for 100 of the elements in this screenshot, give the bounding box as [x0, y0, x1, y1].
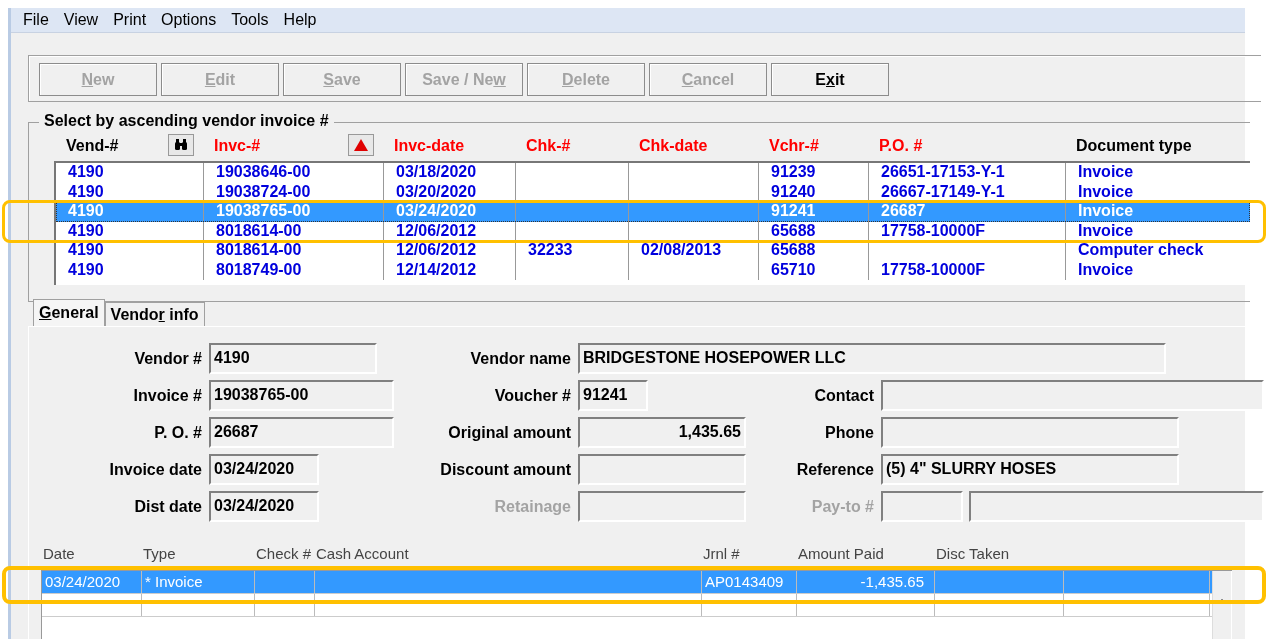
triangle-icon	[354, 139, 368, 151]
binoculars-button[interactable]	[168, 134, 194, 156]
list-row[interactable]: 4190 8018749-00 12/14/2012 65710 17758-10000F Invoice	[56, 260, 1250, 280]
input-field[interactable]: (5) 4" SLURRY HOSES	[881, 454, 1179, 485]
list-cell: 91241	[771, 202, 816, 219]
input-field[interactable]: 4190	[209, 343, 377, 374]
menu-item[interactable]: File	[23, 11, 61, 29]
list-cell: 03/20/2020	[396, 182, 477, 200]
input-field[interactable]: 03/24/2020	[209, 454, 319, 485]
list-cell: Invoice	[1078, 202, 1134, 219]
column-header[interactable]: Amount Paid	[798, 545, 884, 562]
list-cell: Invoice	[1078, 221, 1134, 239]
field-label: Discount amount	[439, 460, 571, 479]
list-cell: 65710	[771, 260, 816, 278]
column-header[interactable]: Document type	[1076, 137, 1192, 155]
list-cell: 12/14/2012	[396, 260, 477, 278]
input-field[interactable]: 03/24/2020	[209, 491, 319, 522]
list-row[interactable]: 4190 8018614-00 12/06/2012 65688 17758-10000F Invoice	[56, 221, 1250, 241]
list-cell: 8018749-00	[216, 260, 302, 278]
list-cell: 17758-10000F	[881, 260, 986, 278]
list-cell: Invoice	[1078, 182, 1134, 200]
field-label: Original amount	[447, 423, 571, 442]
list-cell: 4190	[68, 260, 104, 278]
list-cell: 91240	[771, 182, 816, 200]
field-label: Invoice #	[132, 386, 202, 405]
list-cell: 8018614-00	[216, 241, 302, 258]
list-cell: 4190	[68, 202, 104, 219]
list-cell: 26667-17149-Y-1	[881, 182, 1005, 200]
input-field[interactable]: 91241	[578, 380, 648, 411]
list-row[interactable]: 4190 19038646-00 03/18/2020 91239 26651-17153-Y-1 Invoice	[56, 163, 1250, 183]
field-label: Reference	[795, 460, 874, 479]
column-header[interactable]: Cash Account	[316, 545, 409, 562]
input-field[interactable]	[968, 491, 1264, 522]
input-field[interactable]: BRIDGESTONE HOSEPOWER LLC	[578, 343, 1166, 374]
list-row[interactable]: 4190 19038724-00 03/20/2020 91240 26667-17149-Y-1 Invoice	[56, 182, 1250, 202]
column-header[interactable]: Invc-date	[394, 137, 465, 155]
field-label: Pay-to #	[810, 497, 874, 516]
input-field[interactable]	[578, 491, 746, 522]
column-header[interactable]: P.O. #	[879, 137, 923, 155]
input-field[interactable]	[881, 380, 1264, 411]
field-label: Vendor name	[469, 349, 571, 368]
field-label: Contact	[813, 386, 874, 405]
column-header[interactable]: Disc Taken	[936, 545, 1010, 562]
input-field[interactable]: 26687	[209, 417, 394, 448]
column-header[interactable]: Date	[43, 545, 75, 562]
list-cell: 17758-10000F	[881, 221, 986, 239]
menu-item[interactable]: View	[63, 11, 111, 29]
column-header[interactable]: Chk-#	[526, 137, 571, 155]
list-cell: 19038724-00	[216, 182, 311, 200]
column-header[interactable]: Type	[143, 545, 176, 562]
list-cell: 12/06/2012	[396, 241, 477, 258]
grid-cell: 03/24/2020	[45, 573, 121, 590]
group-title: Select by ascending vendor invoice #	[39, 112, 334, 130]
menu-item[interactable]: Options	[161, 11, 229, 29]
field-label: Voucher #	[493, 386, 571, 405]
list-cell: 8018614-00	[216, 221, 302, 239]
list-cell: 65688	[771, 221, 816, 239]
list-cell: 19038646-00	[216, 163, 311, 180]
tab[interactable]: General	[33, 299, 105, 326]
list-cell: 19038765-00	[216, 202, 311, 219]
column-header[interactable]: Check #	[256, 545, 312, 562]
list-cell: 65688	[771, 241, 816, 258]
list-cell: Invoice	[1078, 163, 1134, 180]
menu-item[interactable]: Tools	[231, 11, 281, 29]
binoculars-icon	[174, 139, 188, 151]
column-header[interactable]: Vchr-#	[769, 137, 819, 155]
input-field[interactable]	[881, 491, 963, 522]
column-header[interactable]: Chk-date	[639, 137, 708, 155]
column-header[interactable]: Invc-#	[214, 137, 261, 155]
input-field[interactable]	[578, 454, 746, 485]
field-label: P. O. #	[153, 423, 202, 442]
field-label: Invoice date	[108, 460, 202, 479]
list-row[interactable]: 4190 8018614-00 12/06/2012 32233 02/08/2013 65688 Computer check	[56, 241, 1250, 261]
field-label: Phone	[824, 423, 874, 442]
sort-button[interactable]	[348, 134, 374, 156]
list-cell: 12/06/2012	[396, 221, 477, 239]
column-header[interactable]: Vend-#	[66, 137, 119, 155]
list-cell: 91239	[771, 163, 816, 180]
column-header[interactable]: Jrnl #	[703, 545, 740, 562]
list-cell: 4190	[68, 182, 104, 200]
list-cell: 4190	[68, 163, 104, 180]
input-field[interactable]: 19038765-00	[209, 380, 394, 411]
list-cell: 4190	[68, 221, 104, 239]
list-cell: 26651-17153-Y-1	[881, 163, 1005, 180]
tab[interactable]: Vendor info	[104, 302, 205, 326]
list-cell: 26687	[881, 202, 926, 219]
list-cell: 4190	[68, 241, 104, 258]
list-cell: Invoice	[1078, 260, 1134, 278]
field-label: Retainage	[493, 497, 571, 516]
menu-item[interactable]: Print	[113, 11, 159, 29]
grid-cell: -1,435.65	[860, 573, 924, 590]
toolbar-button[interactable]: Exit	[771, 63, 889, 96]
menu-item[interactable]: Help	[283, 11, 329, 29]
scrollbar[interactable]	[1212, 571, 1231, 639]
list-cell: 02/08/2013	[641, 241, 722, 258]
list-cell: Computer check	[1078, 241, 1204, 258]
field-label: Dist date	[133, 497, 202, 516]
input-field[interactable]	[881, 417, 1179, 448]
list-cell: 32233	[528, 241, 573, 258]
input-field[interactable]: 1,435.65	[578, 417, 746, 448]
